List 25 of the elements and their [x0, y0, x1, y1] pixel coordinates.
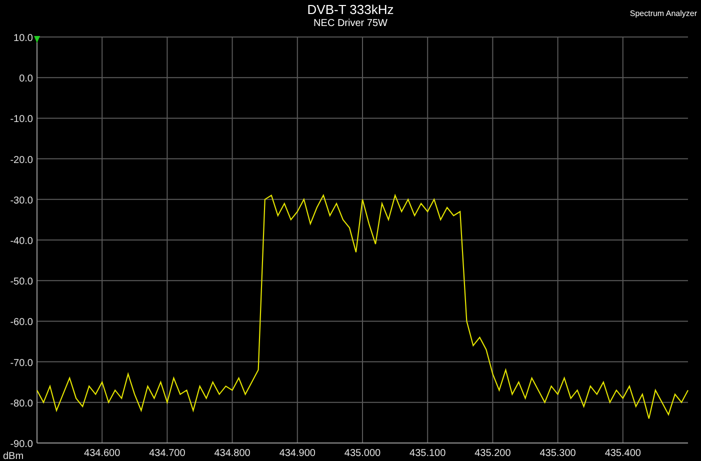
- y-axis-label: -80.0: [10, 398, 33, 410]
- x-axis-label: 434.900: [279, 448, 316, 459]
- y-axis-label: -60.0: [10, 317, 33, 328]
- app-name: Spectrum Analyzer: [630, 9, 697, 18]
- y-axis-label: -30.0: [10, 195, 33, 206]
- reference-marker-icon: [34, 36, 40, 43]
- x-axis-label: 435.100: [410, 448, 446, 459]
- y-axis-label: 10.0: [14, 33, 33, 44]
- x-axis-label: 435.400: [604, 448, 641, 459]
- x-axis-label: 435.200: [474, 448, 511, 459]
- x-axis-label: 435.000: [344, 448, 381, 459]
- y-axis-label: -90.0: [10, 439, 33, 450]
- x-axis-label: 434.700: [149, 448, 186, 459]
- y-axis-label: -50.0: [10, 276, 33, 288]
- x-axis-label: 434.800: [214, 448, 250, 459]
- chart-title: DVB-T 333kHz: [307, 2, 394, 17]
- y-axis-label: -20.0: [10, 154, 33, 166]
- x-axis-label: 435.300: [540, 448, 576, 459]
- y-axis-unit: dBm: [3, 451, 24, 461]
- y-axis-label: -70.0: [10, 358, 33, 369]
- y-axis-label: -40.0: [10, 236, 33, 247]
- x-axis-label: 434.600: [84, 448, 120, 459]
- chart-subtitle: NEC Driver 75W: [314, 17, 388, 30]
- y-axis-label: -10.0: [10, 114, 33, 126]
- y-axis-label: 0.0: [19, 74, 33, 85]
